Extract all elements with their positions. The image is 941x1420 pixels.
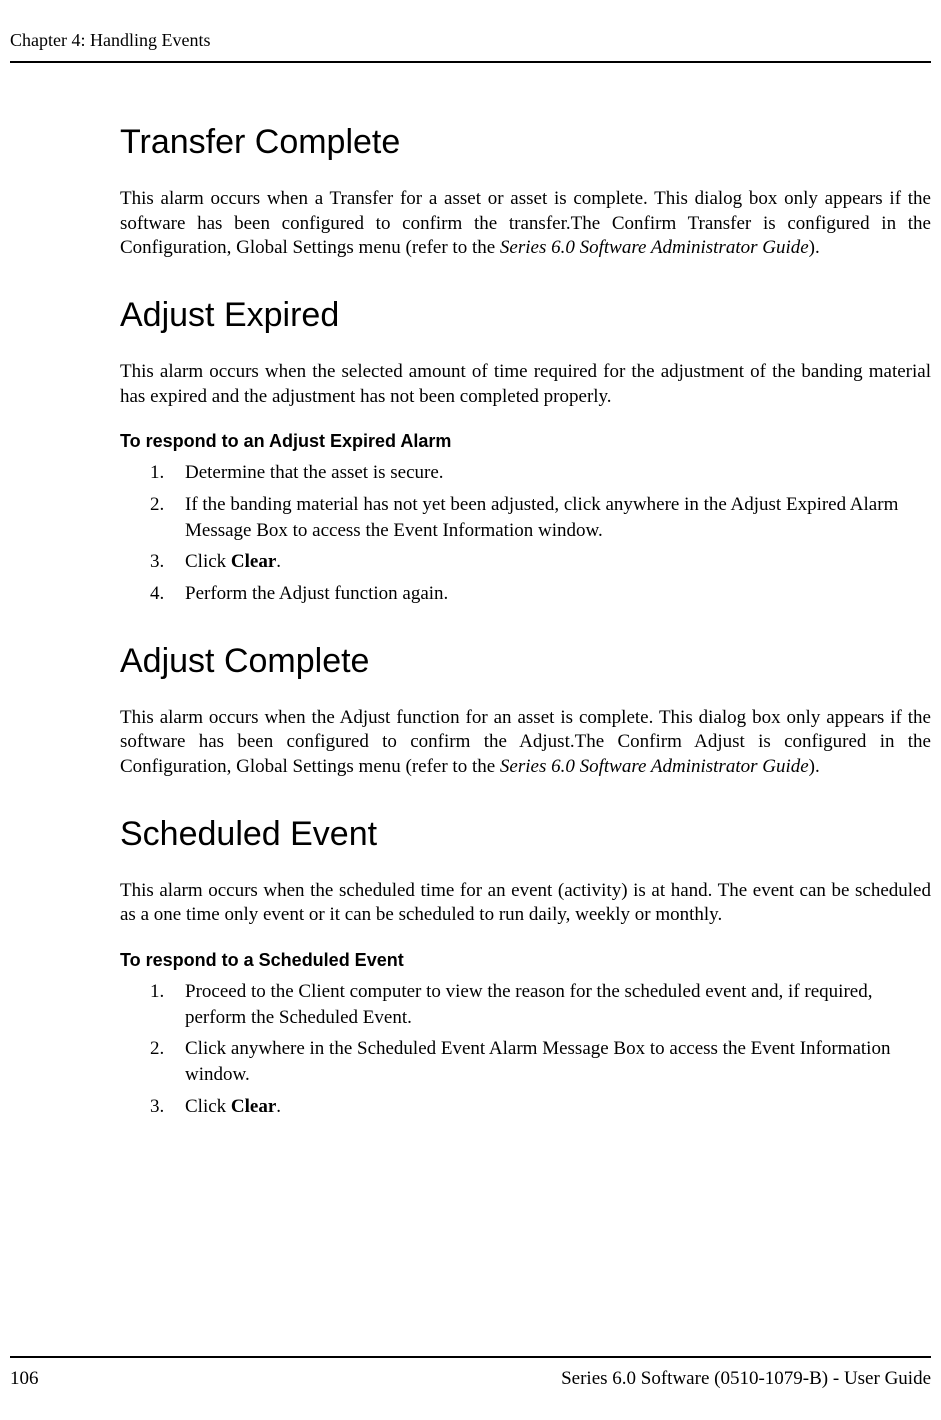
text-span: ). [809,237,820,258]
heading-adjust-expired: Adjust Expired [120,296,931,335]
list-item: 3. Click Clear. [150,549,931,575]
list-text: Click [185,1096,231,1117]
para-adjust-expired: This alarm occurs when the selected amou… [120,360,931,409]
footer-row: 106 Series 6.0 Software (0510-1079-B) - … [10,1368,931,1390]
list-text: Click [185,551,231,572]
list-item: 1. Proceed to the Client computer to vie… [150,979,931,1030]
list-text: Determine that the asset is secure. [185,462,444,483]
list-text: If the banding material has not yet been… [185,494,898,541]
list-item: 1. Determine that the asset is secure. [150,460,931,486]
list-item: 3. Click Clear. [150,1094,931,1120]
footer: 106 Series 6.0 Software (0510-1079-B) - … [10,1356,931,1390]
list-text: . [276,1096,281,1117]
list-num: 3. [150,1094,164,1120]
heading-transfer-complete: Transfer Complete [120,123,931,162]
text-italic: Series 6.0 Software Administrator Guide [500,237,809,258]
header-rule [10,61,931,63]
subheading-adjust-expired: To respond to an Adjust Expired Alarm [120,431,931,452]
list-item: 4. Perform the Adjust function again. [150,581,931,607]
content-area: Transfer Complete This alarm occurs when… [10,123,931,1119]
chapter-header: Chapter 4: Handling Events [10,30,931,51]
heading-adjust-complete: Adjust Complete [120,642,931,681]
list-num: 1. [150,979,164,1005]
list-num: 1. [150,460,164,486]
list-item: 2. Click anywhere in the Scheduled Event… [150,1036,931,1087]
list-text: Perform the Adjust function again. [185,583,448,604]
text-bold: Clear [231,1096,276,1117]
subheading-scheduled-event: To respond to a Scheduled Event [120,950,931,971]
list-scheduled-event: 1. Proceed to the Client computer to vie… [120,979,931,1119]
list-num: 2. [150,1036,164,1062]
footer-rule [10,1356,931,1358]
heading-scheduled-event: Scheduled Event [120,815,931,854]
text-span: ). [809,756,820,777]
list-num: 3. [150,549,164,575]
list-adjust-expired: 1. Determine that the asset is secure. 2… [120,460,931,606]
list-num: 4. [150,581,164,607]
para-transfer-complete: This alarm occurs when a Transfer for a … [120,187,931,261]
page-number: 106 [10,1368,39,1390]
list-item: 2. If the banding material has not yet b… [150,492,931,543]
list-num: 2. [150,492,164,518]
para-scheduled-event: This alarm occurs when the scheduled tim… [120,879,931,928]
page-container: Chapter 4: Handling Events Transfer Comp… [0,0,941,1420]
footer-doc-title: Series 6.0 Software (0510-1079-B) - User… [561,1368,931,1390]
text-bold: Clear [231,551,276,572]
list-text: Click anywhere in the Scheduled Event Al… [185,1038,890,1085]
list-text: Proceed to the Client computer to view t… [185,981,872,1028]
list-text: . [276,551,281,572]
para-adjust-complete: This alarm occurs when the Adjust functi… [120,706,931,780]
text-italic: Series 6.0 Software Administrator Guide [500,756,809,777]
